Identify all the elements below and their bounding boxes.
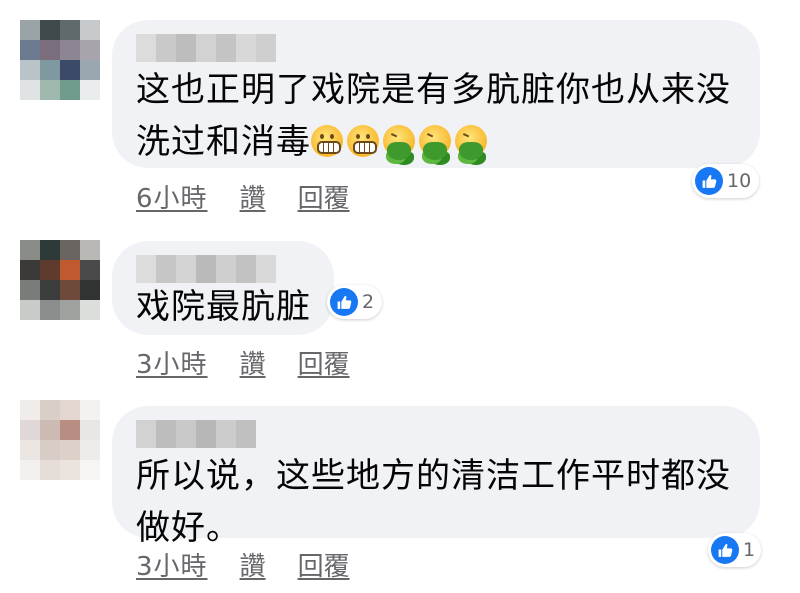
vomiting-face-icon xyxy=(383,124,415,160)
comment-text-line-2: 洗过和消毒 xyxy=(136,116,731,168)
comment-actions: 3小時 讚 回覆 xyxy=(136,546,350,583)
reply-button[interactable]: 回覆 xyxy=(298,344,350,381)
comment-text-line-1: 所以说，这些地方的清洁工作平时都没 xyxy=(136,456,731,496)
like-button[interactable]: 讚 xyxy=(240,546,266,583)
reply-button[interactable]: 回覆 xyxy=(298,546,350,583)
comment-bubble: 所以说，这些地方的清洁工作平时都没 做好。 xyxy=(112,406,760,548)
grimacing-face-icon xyxy=(347,124,379,157)
like-icon xyxy=(330,288,358,316)
reaction-badge[interactable]: 10 xyxy=(692,164,760,198)
like-button[interactable]: 讚 xyxy=(240,344,266,381)
comment-text-line-1: 戏院最肮脏 xyxy=(136,287,311,327)
reaction-count: 2 xyxy=(362,291,375,313)
reaction-badge[interactable]: 2 xyxy=(327,285,383,319)
timestamp-link[interactable]: 3小時 xyxy=(136,546,208,583)
reaction-badge[interactable]: 1 xyxy=(708,533,762,567)
reaction-count: 10 xyxy=(727,170,752,192)
author-name-blurred[interactable] xyxy=(136,420,256,448)
comment-bubble: 这也正明了戏院是有多肮脏你也从来没 洗过和消毒 xyxy=(112,20,760,168)
comment-actions: 6小時 讚 回覆 xyxy=(136,178,350,215)
grimacing-face-icon xyxy=(311,124,343,157)
comment-actions: 3小時 讚 回覆 xyxy=(136,344,350,381)
author-name-blurred[interactable] xyxy=(136,255,276,283)
author-name-blurred[interactable] xyxy=(136,34,276,62)
comment-text: 戏院最肮脏 xyxy=(136,281,311,333)
like-button[interactable]: 讚 xyxy=(240,178,266,215)
vomiting-face-icon xyxy=(455,124,487,160)
comment-bubble: 戏院最肮脏 xyxy=(112,241,334,335)
reaction-count: 1 xyxy=(743,539,756,561)
avatar[interactable] xyxy=(20,400,100,480)
timestamp-link[interactable]: 3小時 xyxy=(136,344,208,381)
like-icon xyxy=(711,536,739,564)
avatar[interactable] xyxy=(20,20,100,100)
comment-text-line-1: 这也正明了戏院是有多肮脏你也从来没 xyxy=(136,70,731,110)
comment-text: 这也正明了戏院是有多肮脏你也从来没 洗过和消毒 xyxy=(136,64,731,168)
comment-text: 所以说，这些地方的清洁工作平时都没 做好。 xyxy=(136,450,731,554)
timestamp-link[interactable]: 6小時 xyxy=(136,178,208,215)
reply-button[interactable]: 回覆 xyxy=(298,178,350,215)
avatar[interactable] xyxy=(20,240,100,320)
vomiting-face-icon xyxy=(419,124,451,160)
like-icon xyxy=(695,167,723,195)
